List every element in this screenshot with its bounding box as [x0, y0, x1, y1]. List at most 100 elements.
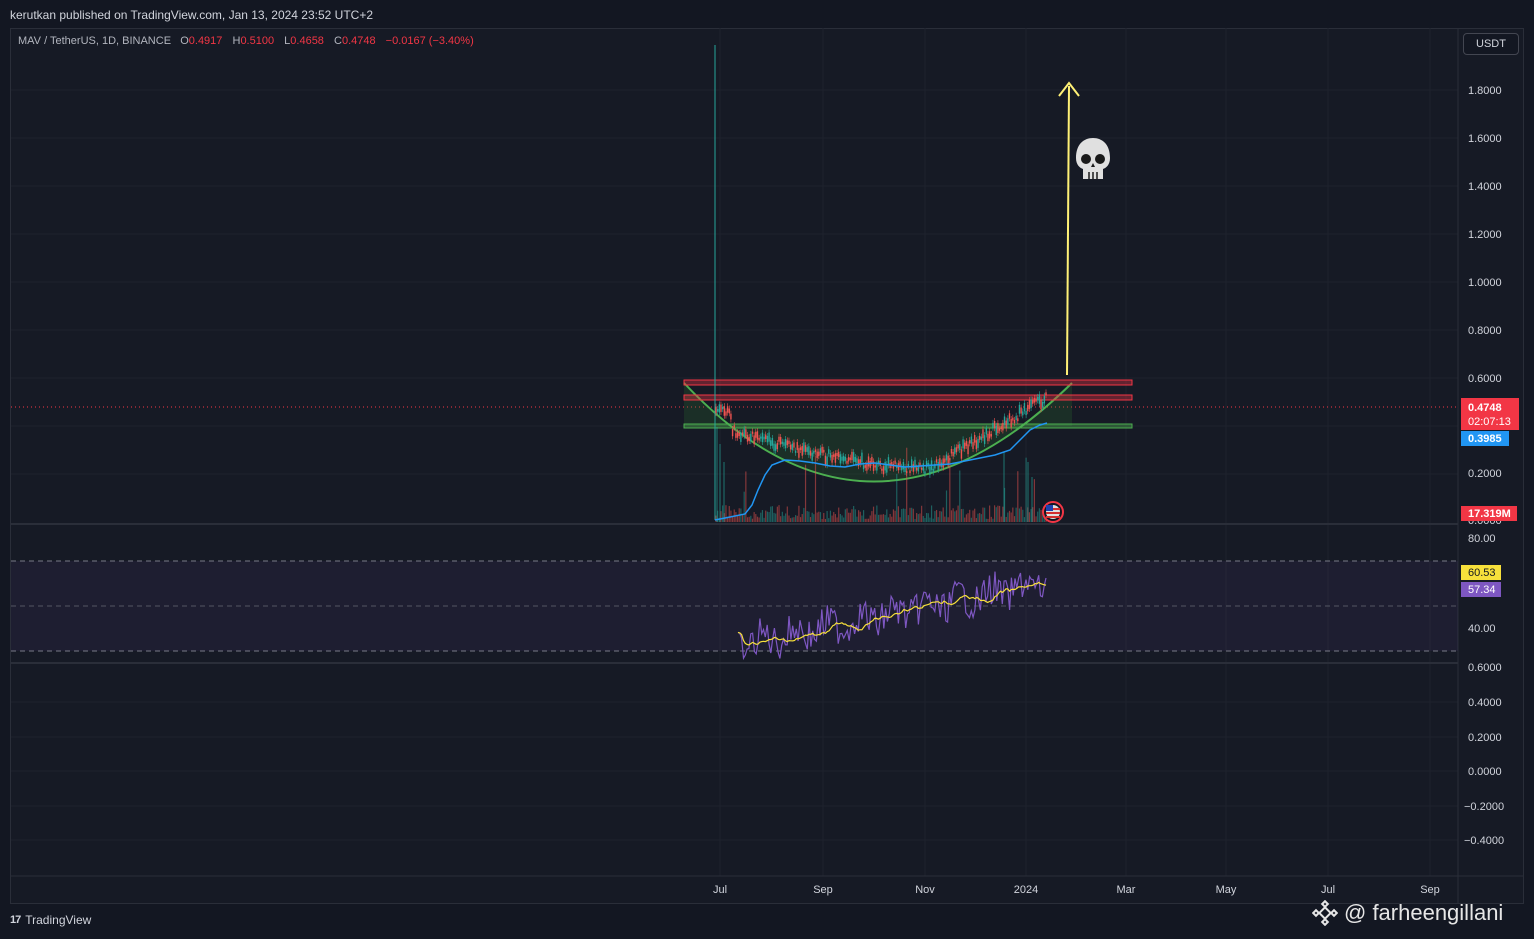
- candle-body: [721, 406, 724, 410]
- candle-body: [794, 450, 797, 453]
- candle-body: [735, 433, 737, 438]
- volume-bar: [972, 510, 974, 522]
- volume-bar: [776, 506, 778, 522]
- price-tick: 1.6000: [1468, 133, 1502, 145]
- volume-bar: [907, 515, 909, 522]
- volume-bar: [843, 517, 845, 522]
- candle-body: [942, 458, 944, 468]
- volume-bar: [1013, 516, 1016, 522]
- candle-body: [766, 436, 769, 443]
- volume-bar: [887, 517, 890, 522]
- candle-body: [743, 428, 745, 437]
- volume-bar: [770, 506, 772, 522]
- candle-body: [846, 460, 848, 464]
- volume-bar: [781, 511, 783, 522]
- candle-body: [811, 452, 813, 461]
- candle-body: [748, 436, 750, 442]
- price-tick: 0.8000: [1468, 325, 1502, 337]
- price-tick: 1.2000: [1468, 229, 1502, 241]
- candle-body: [726, 406, 729, 413]
- volume-bar: [926, 512, 928, 522]
- symbol-legend[interactable]: MAV / TetherUS, 1D, BINANCE O0.4917 H0.5…: [18, 35, 481, 47]
- resistance-zone-upper[interactable]: [683, 379, 1133, 386]
- candle-body: [992, 422, 994, 428]
- candle-body: [1040, 399, 1042, 410]
- candle-body: [909, 470, 911, 474]
- volume-bar: [841, 515, 843, 522]
- candle-body: [952, 452, 954, 457]
- volume-bar: [877, 514, 880, 522]
- change-value: −0.0167 (−3.40%): [385, 35, 474, 47]
- candle-body: [978, 435, 981, 440]
- candle-body: [1028, 399, 1031, 409]
- candle-body: [945, 454, 948, 461]
- volume-bar: [780, 516, 782, 522]
- candle-body: [852, 452, 855, 462]
- tradingview-logo[interactable]: 17 TradingView: [10, 913, 91, 927]
- candle-body: [781, 441, 784, 444]
- candle-body: [761, 432, 764, 443]
- candle-body: [841, 456, 843, 461]
- lower-tick: 0.4000: [1468, 697, 1502, 709]
- candle-body: [972, 442, 974, 449]
- volume-bar: [955, 510, 958, 522]
- candle-body: [854, 456, 856, 462]
- target-arrow[interactable]: [1066, 85, 1070, 376]
- volume-bar: [849, 512, 851, 522]
- candle-body: [765, 434, 767, 439]
- volume-bar: [1007, 512, 1009, 522]
- candle-body: [970, 436, 973, 444]
- candle-body: [980, 436, 983, 440]
- volume-bar: [853, 505, 855, 522]
- candle-body: [881, 468, 883, 471]
- volume-bar: [793, 517, 795, 522]
- volume-bar: [785, 513, 787, 522]
- time-tick: Jul: [1321, 884, 1335, 896]
- candle-body: [935, 459, 938, 463]
- volume-bar: [828, 518, 830, 522]
- candle-body: [758, 437, 760, 441]
- volume-bar: [848, 512, 850, 522]
- volume-bar: [1010, 512, 1012, 522]
- lower-tick: 0.0000: [1468, 766, 1502, 778]
- volume-bar: [751, 518, 754, 522]
- candle-body: [788, 440, 790, 444]
- volume-bar: [758, 517, 760, 522]
- volume-bar: [867, 518, 870, 522]
- candle-body: [808, 446, 810, 455]
- volume-bar: [1015, 507, 1017, 522]
- volume-bar: [921, 505, 923, 522]
- us-flag-icon[interactable]: [1042, 501, 1064, 523]
- candle-body: [793, 442, 795, 448]
- candle-body: [1018, 404, 1021, 414]
- symbol-name: MAV / TetherUS, 1D, BINANCE: [18, 35, 172, 47]
- volume-bar: [801, 514, 803, 522]
- chart-canvas[interactable]: 1.8000 1.6000 1.4000 1.2000 1.0000 0.800…: [0, 0, 1534, 939]
- resistance-zone-lower[interactable]: [683, 394, 1133, 401]
- volume-bar: [987, 518, 989, 522]
- candle-body: [838, 451, 840, 458]
- candle-body: [796, 442, 798, 450]
- time-axis[interactable]: Jul Sep Nov 2024 Mar May Jul Sep: [713, 884, 1440, 896]
- candle-body: [1025, 410, 1027, 416]
- volume-bar: [916, 512, 918, 522]
- price-axis[interactable]: 1.8000 1.6000 1.4000 1.2000 1.0000 0.800…: [1468, 85, 1502, 527]
- volume-bar: [962, 508, 964, 522]
- currency-button[interactable]: USDT: [1463, 33, 1519, 55]
- candle-body: [741, 432, 744, 435]
- price-grid: [11, 89, 1458, 841]
- candle-body: [799, 447, 802, 451]
- rsi-value: 57.34: [1468, 584, 1496, 596]
- volume-bar: [984, 507, 986, 522]
- rsi-ma-value: 60.53: [1468, 567, 1496, 579]
- candle-body: [932, 468, 934, 473]
- volume-bar: [989, 505, 991, 522]
- volume-bar: [760, 512, 762, 522]
- volume-bar: [716, 427, 718, 522]
- lower-axis[interactable]: 0.6000 0.4000 0.2000 0.0000 −0.2000 −0.4…: [1464, 662, 1504, 847]
- volume-bar: [719, 444, 721, 522]
- candle-body: [950, 448, 953, 454]
- candle-body: [955, 447, 958, 453]
- volume-bar: [993, 505, 996, 522]
- support-zone[interactable]: [683, 423, 1133, 429]
